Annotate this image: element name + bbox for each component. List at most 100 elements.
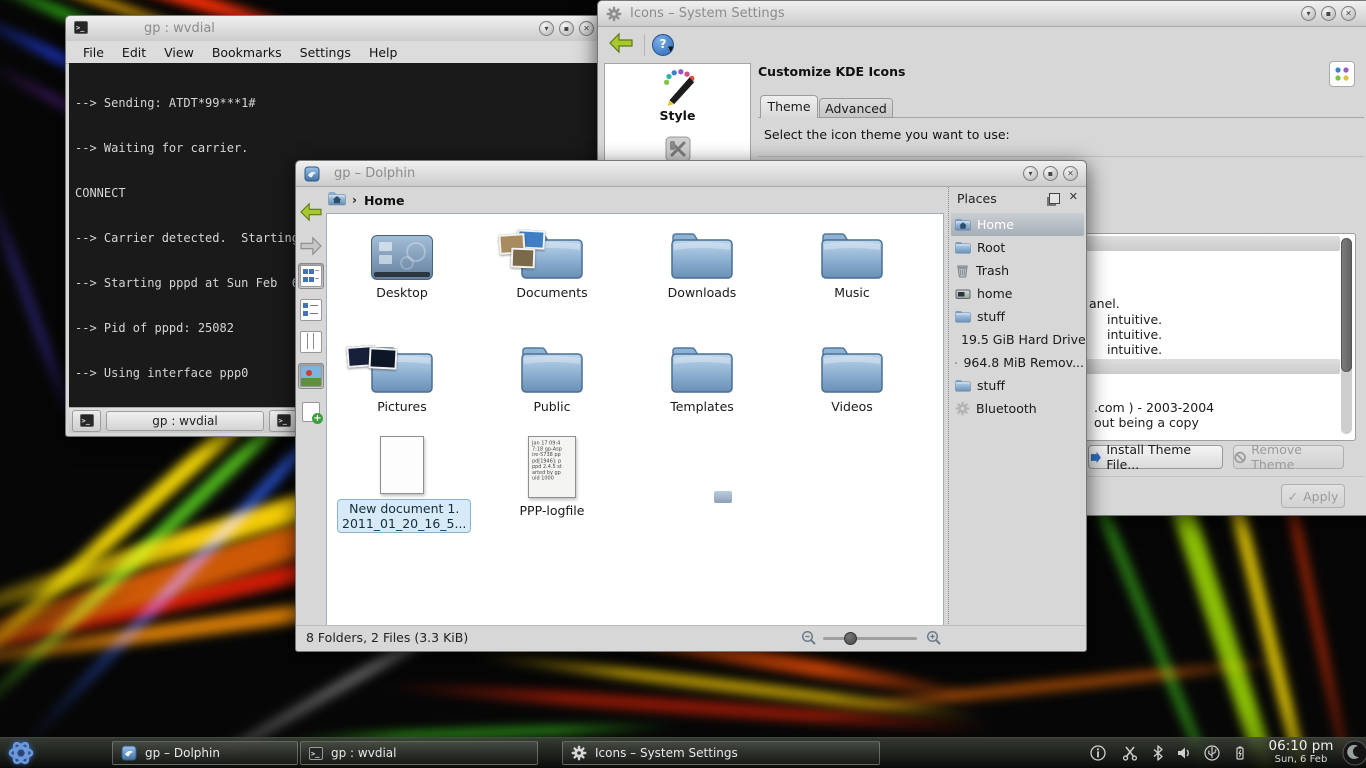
maximize-icon: ▪ xyxy=(1048,169,1053,178)
list-text-fragment: intuitive. xyxy=(1107,312,1162,327)
home-breadcrumb-button[interactable] xyxy=(328,191,346,210)
dolphin-window: gp – Dolphin ▾ ▪ ✕ › Home xyxy=(295,160,1087,652)
menu-bookmarks[interactable]: Bookmarks xyxy=(203,43,291,62)
menu-edit[interactable]: Edit xyxy=(113,43,155,62)
float-panel-icon[interactable] xyxy=(1049,193,1060,204)
install-theme-button[interactable]: Install Theme File... xyxy=(1088,445,1223,469)
close-tab-button[interactable]: >_ xyxy=(269,410,298,432)
split-view-button[interactable]: + xyxy=(298,399,324,425)
icons-view-button[interactable] xyxy=(298,263,324,289)
terminal-line: --> Sending: ATDT*99***1# xyxy=(75,96,592,111)
details-view-icon xyxy=(300,299,322,321)
terminal-menubar: File Edit View Bookmarks Settings Help xyxy=(66,41,601,64)
frame-line xyxy=(758,156,1364,157)
folder-item-music[interactable]: Music xyxy=(787,222,917,300)
place-root[interactable]: Root xyxy=(951,236,1084,259)
select-theme-label: Select the icon theme you want to use: xyxy=(764,127,1010,142)
close-button[interactable]: ✕ xyxy=(579,21,594,36)
sidebar-item-utilities[interactable] xyxy=(605,135,750,163)
place-home-partition[interactable]: home xyxy=(951,282,1084,305)
remove-theme-button[interactable]: Remove Theme xyxy=(1233,445,1344,469)
place-hard-drive[interactable]: 19.5 GiB Hard Drive xyxy=(951,328,1084,351)
folder-item-desktop[interactable]: Desktop xyxy=(337,222,467,300)
menu-view[interactable]: View xyxy=(155,43,203,62)
place-home[interactable]: Home xyxy=(951,213,1084,236)
sidebar-item-style[interactable]: Style xyxy=(605,64,750,123)
gear-icon xyxy=(571,745,587,761)
folder-view[interactable]: Desktop Documents Downloads Music xyxy=(326,213,944,626)
info-tray-icon[interactable] xyxy=(1090,745,1106,761)
file-item-ppp-logfile[interactable]: Jan 17 09:4 7:18 gp-Asp ire-5738 pp pd[1… xyxy=(487,432,617,518)
file-manager-icon xyxy=(304,166,320,182)
details-view-button[interactable] xyxy=(298,297,324,323)
terminal-titlebar[interactable]: >_ gp : wvdial ▾ ▪ ✕ xyxy=(66,16,601,42)
klipper-scissors-icon[interactable] xyxy=(1122,745,1138,761)
scrollbar-thumb[interactable] xyxy=(1341,238,1352,372)
new-tab-button[interactable]: >_ xyxy=(72,410,101,432)
light-beam xyxy=(801,654,1300,718)
forward-icon xyxy=(299,236,323,256)
usb-device-tray-icon[interactable] xyxy=(1204,745,1220,761)
task-dolphin[interactable]: gp – Dolphin xyxy=(112,741,298,765)
removable-drive-icon xyxy=(955,356,957,370)
chevron-down-icon[interactable]: ▼ xyxy=(668,45,673,53)
folder-item-documents[interactable]: Documents xyxy=(487,222,617,300)
minimize-button[interactable]: ▾ xyxy=(1023,166,1038,181)
back-button[interactable] xyxy=(608,32,634,54)
close-panel-icon[interactable]: ✕ xyxy=(1069,190,1078,203)
volume-tray-icon[interactable] xyxy=(1176,745,1192,761)
place-stuff-2[interactable]: stuff xyxy=(951,374,1084,397)
tab-theme[interactable]: Theme xyxy=(760,95,818,118)
zoom-slider-handle[interactable] xyxy=(844,632,857,645)
breadcrumb-home[interactable]: Home xyxy=(364,193,405,208)
file-item-new-document[interactable]: New document 1. 2011_01_20_16_5... xyxy=(337,432,467,533)
minimize-button[interactable]: ▾ xyxy=(1301,6,1316,21)
task-wvdial[interactable]: >_ gp : wvdial xyxy=(300,741,538,765)
bluetooth-tray-icon[interactable] xyxy=(1150,745,1166,761)
back-button[interactable] xyxy=(298,199,324,225)
columns-view-button[interactable] xyxy=(298,329,324,355)
maximize-button[interactable]: ▪ xyxy=(1043,166,1058,181)
battery-tray-icon[interactable] xyxy=(1232,745,1248,761)
task-system-settings[interactable]: Icons – System Settings xyxy=(562,741,880,765)
menu-file[interactable]: File xyxy=(74,43,113,62)
drag-artifact xyxy=(714,491,732,503)
place-removable-drive[interactable]: 964.8 MiB Remov... xyxy=(951,351,1084,374)
status-text: 8 Folders, 2 Files (3.3 KiB) xyxy=(306,630,468,645)
dolphin-titlebar[interactable]: gp – Dolphin ▾ ▪ ✕ xyxy=(296,161,1086,187)
panel-toolbox-cashew-icon[interactable] xyxy=(1342,740,1366,766)
close-button[interactable]: ✕ xyxy=(1341,6,1356,21)
launcher-icon[interactable] xyxy=(5,739,37,767)
tab-advanced[interactable]: Advanced xyxy=(819,98,893,118)
folder-item-downloads[interactable]: Downloads xyxy=(637,222,767,300)
place-stuff[interactable]: stuff xyxy=(951,305,1084,328)
zoom-out-icon[interactable] xyxy=(801,630,817,646)
home-folder-icon xyxy=(328,191,346,206)
back-icon xyxy=(299,202,323,222)
folder-icon xyxy=(955,241,971,254)
place-trash[interactable]: Trash xyxy=(951,259,1084,282)
list-text-fragment: anel. xyxy=(1089,296,1120,311)
close-button[interactable]: ✕ xyxy=(1063,166,1078,181)
menu-settings[interactable]: Settings xyxy=(291,43,360,62)
terminal-icon: >_ xyxy=(80,414,94,427)
forward-button[interactable] xyxy=(298,233,324,259)
place-bluetooth[interactable]: Bluetooth xyxy=(951,397,1084,420)
folder-item-templates[interactable]: Templates xyxy=(637,336,767,414)
menu-help[interactable]: Help xyxy=(360,43,407,62)
maximize-button[interactable]: ▪ xyxy=(1321,6,1336,21)
minimize-button[interactable]: ▾ xyxy=(539,21,554,36)
zoom-in-icon[interactable] xyxy=(926,630,942,646)
scrollbar-track[interactable] xyxy=(1341,238,1352,434)
settings-titlebar[interactable]: Icons – System Settings ▾ ▪ ✕ xyxy=(598,1,1366,27)
folder-item-public[interactable]: Public xyxy=(487,336,617,414)
folder-item-pictures[interactable]: Pictures xyxy=(337,336,467,414)
zoom-slider-track[interactable] xyxy=(823,637,917,640)
maximize-button[interactable]: ▪ xyxy=(559,21,574,36)
apply-button[interactable]: ✓ Apply xyxy=(1281,484,1345,508)
style-icon xyxy=(658,68,698,106)
folder-item-videos[interactable]: Videos xyxy=(787,336,917,414)
preview-button[interactable] xyxy=(298,363,324,389)
terminal-tab[interactable]: gp : wvdial xyxy=(106,411,264,431)
clock[interactable]: 06:10 pm Sun, 6 Feb xyxy=(1258,739,1344,765)
